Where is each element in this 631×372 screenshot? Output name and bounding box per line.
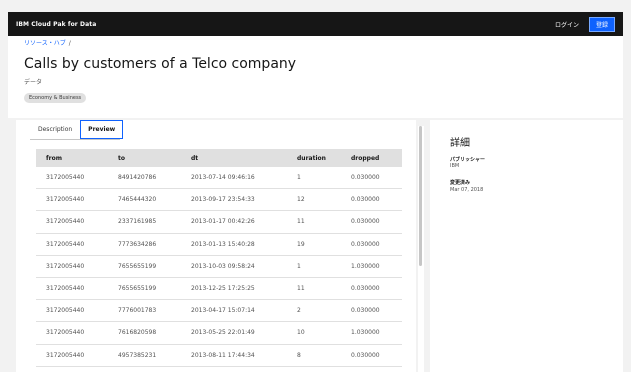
- table-cell: 2013-12-25 17:25:25: [181, 277, 287, 301]
- table-cell: 0.030000: [341, 188, 402, 212]
- table-cell: 1.030000: [341, 321, 402, 345]
- table-cell: 2013-08-11 17:44:34: [181, 344, 287, 367]
- table-cell: 0.030000: [341, 233, 402, 256]
- column-header-duration: duration: [287, 149, 341, 167]
- tab-description[interactable]: Description: [30, 120, 80, 139]
- publisher-label: パブリッシャー: [450, 157, 486, 163]
- table-row: 3172005440 7616820598 2013-05-25 22:01:4…: [36, 321, 402, 345]
- table-cell: 8491420786: [108, 167, 181, 190]
- table-cell: 3172005440: [36, 167, 108, 190]
- table-cell: 2337161985: [108, 210, 181, 234]
- table-cell: 7773634286: [108, 233, 181, 256]
- table-row: 3172005440 4957385231 2013-08-11 17:44:3…: [36, 344, 402, 367]
- details-title: 詳細: [450, 138, 470, 149]
- product-name: IBM Cloud Pak for Data: [16, 20, 97, 28]
- scrollbar-thumb[interactable]: [419, 126, 422, 266]
- table-cell: 1.030000: [341, 255, 402, 278]
- publisher-value: IBM: [450, 163, 460, 169]
- breadcrumb-resource-hub[interactable]: リソース・ハブ: [24, 40, 66, 47]
- table-cell: 8: [287, 344, 341, 367]
- table-cell: 3172005440: [36, 321, 108, 345]
- table-cell: 3172005440: [36, 233, 108, 256]
- table-cell: 2013-01-17 00:42:26: [181, 210, 287, 234]
- table-cell: 4957385231: [108, 344, 181, 367]
- asset-tabs: Description Preview: [30, 120, 124, 140]
- table-cell: 2013-07-14 09:46:16: [181, 167, 287, 190]
- table-cell: 3172005440: [36, 210, 108, 234]
- asset-type: データ: [24, 79, 43, 86]
- header-actions: ログイン 登録: [555, 16, 615, 32]
- column-header-to: to: [108, 149, 181, 167]
- table-cell: 7465444320: [108, 188, 181, 212]
- table-cell: 0.030000: [341, 344, 402, 367]
- table-cell: 3172005440: [36, 344, 108, 367]
- table-cell: 11: [287, 277, 341, 301]
- register-button[interactable]: 登録: [589, 16, 615, 32]
- content-scrollbar[interactable]: [418, 126, 424, 372]
- asset-page: リソース・ハブ / Calls by customers of a Telco c…: [8, 36, 623, 372]
- table-cell: 7655655199: [108, 255, 181, 278]
- table-cell: 0.030000: [341, 210, 402, 234]
- table-cell: 10: [287, 321, 341, 345]
- table-row: 3172005440 7655655199 2013-12-25 17:25:2…: [36, 277, 402, 301]
- table-row: 3172005440 2337161985 2013-01-17 00:42:2…: [36, 210, 402, 234]
- table-cell: 2013-04-17 15:07:14: [181, 299, 287, 323]
- table-row: 3172005440 7776001783 2013-04-17 15:07:1…: [36, 299, 402, 323]
- details-panel: 詳細 パブリッシャー IBM 変更済み Mar 07, 2018: [430, 120, 623, 372]
- column-header-dt: dt: [181, 149, 287, 167]
- table-cell: 7616820598: [108, 321, 181, 345]
- table-cell: 1: [287, 255, 341, 278]
- table-cell: 0.030000: [341, 299, 402, 323]
- category-tag[interactable]: Economy & Business: [24, 93, 87, 103]
- table-cell: 3172005440: [36, 299, 108, 323]
- breadcrumb: リソース・ハブ /: [24, 38, 71, 47]
- table-cell: 3172005440: [36, 277, 108, 301]
- table-cell: 12: [287, 188, 341, 212]
- preview-card: Description Preview from to dt duration …: [16, 120, 416, 372]
- table-row: 3172005440 7773634286 2013-01-13 15:40:2…: [36, 233, 402, 256]
- modified-label: 変更済み: [450, 180, 471, 186]
- table-cell: 11: [287, 210, 341, 234]
- table-row: 3172005440 7655655199 2013-10-03 09:58:2…: [36, 255, 402, 278]
- table-cell: 3172005440: [36, 188, 108, 212]
- table-cell: 19: [287, 233, 341, 256]
- data-preview-table: from to dt duration dropped 3172005440 8…: [36, 149, 402, 367]
- tab-preview[interactable]: Preview: [80, 120, 124, 139]
- table-cell: 2013-09-17 23:54:33: [181, 188, 287, 212]
- column-header-from: from: [36, 149, 108, 167]
- modified-date: Mar 07, 2018: [450, 187, 484, 193]
- table-cell: 0.030000: [341, 277, 402, 301]
- table-cell: 2013-10-03 09:58:24: [181, 255, 287, 278]
- table-cell: 1: [287, 167, 341, 190]
- table-header-row: from to dt duration dropped: [36, 149, 402, 167]
- table-cell: 2013-01-13 15:40:28: [181, 233, 287, 256]
- table-row: 3172005440 7465444320 2013-09-17 23:54:3…: [36, 188, 402, 212]
- top-navigation-bar: IBM Cloud Pak for Data ログイン 登録: [8, 12, 623, 36]
- table-row: 3172005440 8491420786 2013-07-14 09:46:1…: [36, 167, 402, 190]
- table-cell: 0.030000: [341, 167, 402, 190]
- table-cell: 3172005440: [36, 255, 108, 278]
- page-title: Calls by customers of a Telco company: [24, 56, 297, 72]
- breadcrumb-separator: /: [68, 40, 71, 47]
- table-cell: 2: [287, 299, 341, 323]
- table-cell: 2013-05-25 22:01:49: [181, 321, 287, 345]
- column-header-dropped: dropped: [341, 149, 402, 167]
- login-link[interactable]: ログイン: [555, 20, 579, 29]
- table-cell: 7776001783: [108, 299, 181, 323]
- table-cell: 7655655199: [108, 277, 181, 301]
